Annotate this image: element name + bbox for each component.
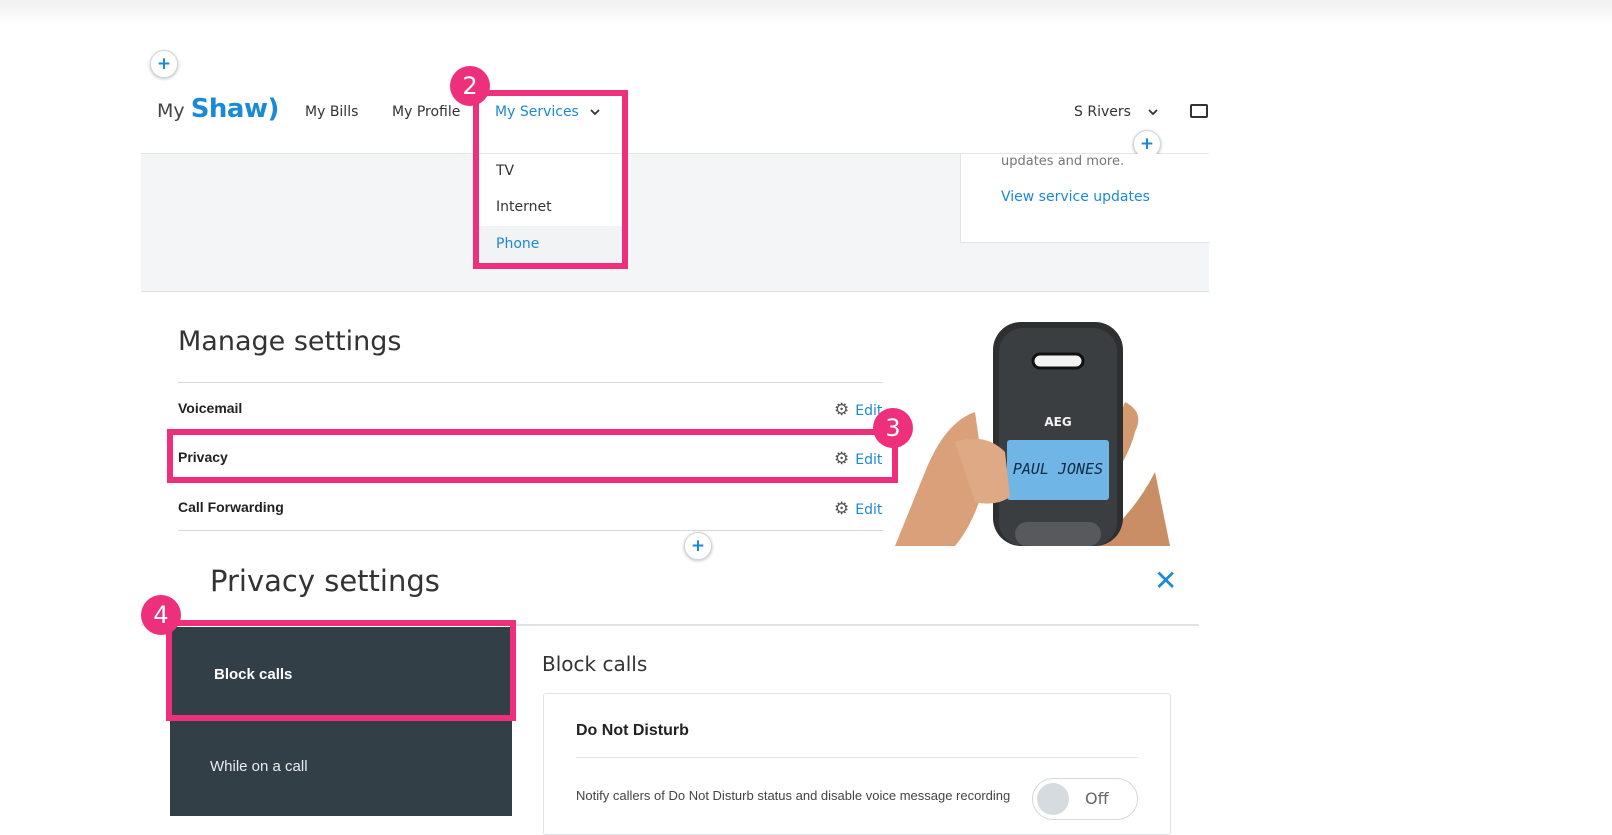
divider xyxy=(576,757,1138,758)
call-forwarding-edit-button[interactable]: ⚙ Edit xyxy=(834,499,882,519)
divider xyxy=(178,530,883,531)
do-not-disturb-description: Notify callers of Do Not Disturb status … xyxy=(576,788,1011,803)
step-badge-4: 4 xyxy=(141,595,181,635)
highlight-box-4 xyxy=(166,620,516,721)
browser-top-shade xyxy=(0,0,1612,26)
divider xyxy=(178,382,883,383)
toggle-label: Off xyxy=(1085,789,1109,808)
do-not-disturb-toggle[interactable]: Off xyxy=(1032,778,1138,820)
user-menu[interactable]: S Rivers xyxy=(1074,104,1159,120)
row-voicemail-label: Voicemail xyxy=(178,400,243,416)
block-calls-heading: Block calls xyxy=(542,652,648,676)
chat-icon[interactable] xyxy=(1190,104,1208,118)
gear-icon: ⚙ xyxy=(834,499,850,519)
edit-label: Edit xyxy=(855,502,883,518)
manage-settings-title: Manage settings xyxy=(178,326,402,357)
view-service-updates-link[interactable]: View service updates xyxy=(1001,189,1150,205)
updates-text: updates and more. xyxy=(1001,154,1125,169)
top-navigation: My Shaw) My Bills My Profile My Services… xyxy=(141,86,1209,154)
do-not-disturb-title: Do Not Disturb xyxy=(576,722,689,739)
toggle-knob xyxy=(1037,783,1069,815)
nav-my-bills[interactable]: My Bills xyxy=(305,104,358,120)
tab-while-on-a-call[interactable]: While on a call xyxy=(210,758,308,775)
phone-brand-text: AEG xyxy=(1044,415,1071,429)
shaw-logo[interactable]: My Shaw) xyxy=(157,94,279,124)
add-step-button[interactable]: + xyxy=(684,532,712,560)
nav-my-profile[interactable]: My Profile xyxy=(392,104,460,120)
service-updates-card: updates and more. View service updates xyxy=(960,154,1210,243)
highlight-box-3 xyxy=(167,429,898,483)
add-step-button[interactable]: + xyxy=(150,50,178,78)
privacy-settings-title: Privacy settings xyxy=(210,564,440,598)
step-badge-2: 2 xyxy=(450,66,490,106)
logo-my-text: My xyxy=(157,100,185,122)
phone-screen-text: PAUL JONES xyxy=(1013,460,1103,478)
gear-icon: ⚙ xyxy=(834,400,850,420)
row-call-forwarding-label: Call Forwarding xyxy=(178,499,284,515)
highlight-box-2 xyxy=(473,90,628,269)
cordless-phone-image: AEG PAUL JONES xyxy=(895,322,1170,546)
do-not-disturb-card: Do Not Disturb Notify callers of Do Not … xyxy=(543,693,1171,835)
logo-shaw-text: Shaw) xyxy=(190,94,280,124)
chevron-down-icon xyxy=(1148,109,1158,116)
user-name: S Rivers xyxy=(1074,104,1131,120)
close-icon[interactable]: ✕ xyxy=(1154,566,1177,596)
